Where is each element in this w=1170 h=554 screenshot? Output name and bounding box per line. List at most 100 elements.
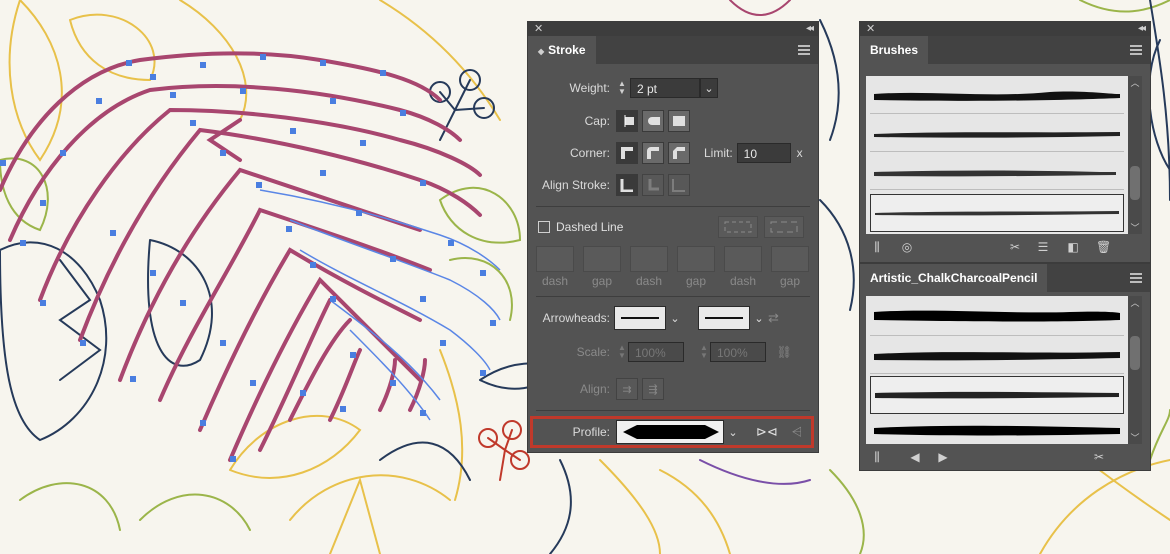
arrowheads-label: Arrowheads: [542,311,610,325]
limit-input[interactable]: 10 [736,143,791,163]
scale-start-input[interactable]: 100% [628,342,684,362]
brush-item[interactable] [870,76,1124,114]
scale-label: Scale: [576,345,610,359]
panel-menu-icon[interactable] [798,45,810,55]
brush-libraries-icon[interactable]: ⫼ [870,450,884,464]
brush-item[interactable] [870,114,1124,152]
scale-end-stepper[interactable]: ▲ ▼ [698,342,710,362]
dash-field-1[interactable] [536,246,574,272]
brush-stroke-preview [874,132,1120,138]
tab-brushes[interactable]: Brushes [860,36,929,64]
round-cap-button[interactable] [642,110,664,132]
close-icon[interactable]: ✕ [534,22,543,36]
profile-select[interactable] [616,420,724,444]
previous-library-icon[interactable]: ◀ [908,450,922,464]
profile-dropdown-icon[interactable]: ⌄ [724,421,742,443]
scrollbar-thumb[interactable] [1130,336,1140,370]
brush-libraries-icon[interactable]: ⫼ [870,240,884,254]
weight-label: Weight: [569,81,610,95]
gap-field-2[interactable] [677,246,715,272]
bevel-join-button[interactable] [668,142,690,164]
dash-gap-fields [536,246,809,272]
swap-arrowheads-icon[interactable]: ⇄ [768,310,782,326]
butt-cap-button[interactable] [616,110,638,132]
scrollbar-thumb[interactable] [1130,166,1140,200]
align-center-button[interactable] [616,174,638,196]
dash-field-2[interactable] [630,246,668,272]
miter-join-button[interactable] [616,142,638,164]
weight-dropdown-icon[interactable]: ⌄ [700,78,718,98]
end-arrowhead-dropdown-icon[interactable]: ⌄ [750,307,768,329]
cap-label: Cap: [584,114,610,128]
brushes-panel-titlebar[interactable]: ✕ ◂◂ [860,22,1150,36]
dashed-line-label: Dashed Line [556,220,624,234]
libraries-panel-icon[interactable]: ◎ [900,240,914,254]
brush-item-selected[interactable] [870,194,1124,232]
tab-arrows-icon: ◆ [538,47,545,56]
preserve-dash-button[interactable] [718,216,758,238]
arrowheads-row: Arrowheads: ⌄ ⌄ ⇄ [528,306,782,330]
brush-list-scrollbar[interactable]: ︿ ﹀ [1128,76,1142,234]
end-arrowhead-select[interactable] [698,306,750,330]
brush-stroke-preview [874,170,1116,177]
stroke-panel-titlebar[interactable]: ✕ ◂◂ [528,22,818,36]
brush-options-icon[interactable]: ☰ [1036,240,1050,254]
dash-label: dash [729,274,757,288]
panel-menu-icon[interactable] [1130,273,1142,283]
scroll-down-icon[interactable]: ﹀ [1128,221,1142,234]
panel-menu-icon[interactable] [1130,45,1142,55]
delete-brush-icon[interactable]: 🗑 [1096,240,1111,254]
scroll-up-icon[interactable]: ︿ [1128,296,1142,309]
brush-stroke-preview [875,211,1119,216]
brush-item[interactable] [870,152,1124,190]
scale-end-input[interactable]: 100% [710,342,766,362]
remove-stroke-icon[interactable]: ✂ [1008,240,1022,254]
leaf-outline [8,0,63,162]
arrow-align-label: Align: [579,382,610,396]
align-stroke-row: Align Stroke: [528,174,694,196]
remove-stroke-icon[interactable]: ✂ [1092,450,1106,464]
weight-input[interactable]: 2 pt [630,78,700,98]
close-icon[interactable]: ✕ [866,22,875,36]
gap-field-1[interactable] [583,246,621,272]
collapse-icon[interactable]: ◂◂ [1138,22,1146,36]
divider [536,410,810,411]
library-tab-row: Artistic_ChalkCharcoalPencil [860,264,1150,292]
dashed-line-checkbox[interactable] [538,221,550,233]
brush-item[interactable] [870,336,1124,374]
new-brush-icon[interactable]: ◧ [1066,240,1080,254]
library-list-scrollbar[interactable]: ︿ ﹀ [1128,296,1142,444]
flip-along-icon[interactable]: ⊳⊲ [756,424,778,440]
brushes-bottom-bar: ⫼ ◎ ✂ ☰ ◧ 🗑 [860,236,1150,258]
link-scale-icon[interactable]: ⛓ [766,345,792,359]
gap-label: gap [591,274,613,288]
dash-label: dash [635,274,663,288]
scroll-down-icon[interactable]: ﹀ [1128,431,1142,444]
dash-field-3[interactable] [724,246,762,272]
extend-arrow-button[interactable]: ⇉ [616,378,638,400]
projecting-cap-button[interactable] [668,110,690,132]
round-join-button[interactable] [642,142,664,164]
start-arrowhead-select[interactable] [614,306,666,330]
tab-stroke[interactable]: ◆ Stroke [528,36,596,64]
align-outside-button[interactable] [668,174,690,196]
flip-across-icon[interactable]: ⩤ [792,424,802,440]
align-inside-button[interactable] [642,174,664,196]
start-arrowhead-dropdown-icon[interactable]: ⌄ [666,307,684,329]
brush-item-selected[interactable] [870,376,1124,414]
brush-item[interactable] [870,298,1124,336]
next-library-icon[interactable]: ▶ [936,450,950,464]
weight-stepper[interactable]: ▲ ▼ [616,78,628,98]
scroll-up-icon[interactable]: ︿ [1128,76,1142,89]
projecting-cap-icon [673,116,685,126]
scale-row: Scale: ▲ ▼ 100% ▲ ▼ 100% ⛓ [528,342,792,362]
align-dash-corners-button[interactable] [764,216,804,238]
gap-label: gap [779,274,801,288]
place-arrow-button[interactable]: ⇶ [642,378,664,400]
weight-row: Weight: ▲ ▼ 2 pt ⌄ [528,78,718,98]
collapse-icon[interactable]: ◂◂ [806,22,814,36]
gap-field-3[interactable] [771,246,809,272]
dash-alignment-buttons [718,216,804,238]
scale-start-stepper[interactable]: ▲ ▼ [616,342,628,362]
tab-artistic-chalk-charcoal-pencil[interactable]: Artistic_ChalkCharcoalPencil [860,264,1048,292]
